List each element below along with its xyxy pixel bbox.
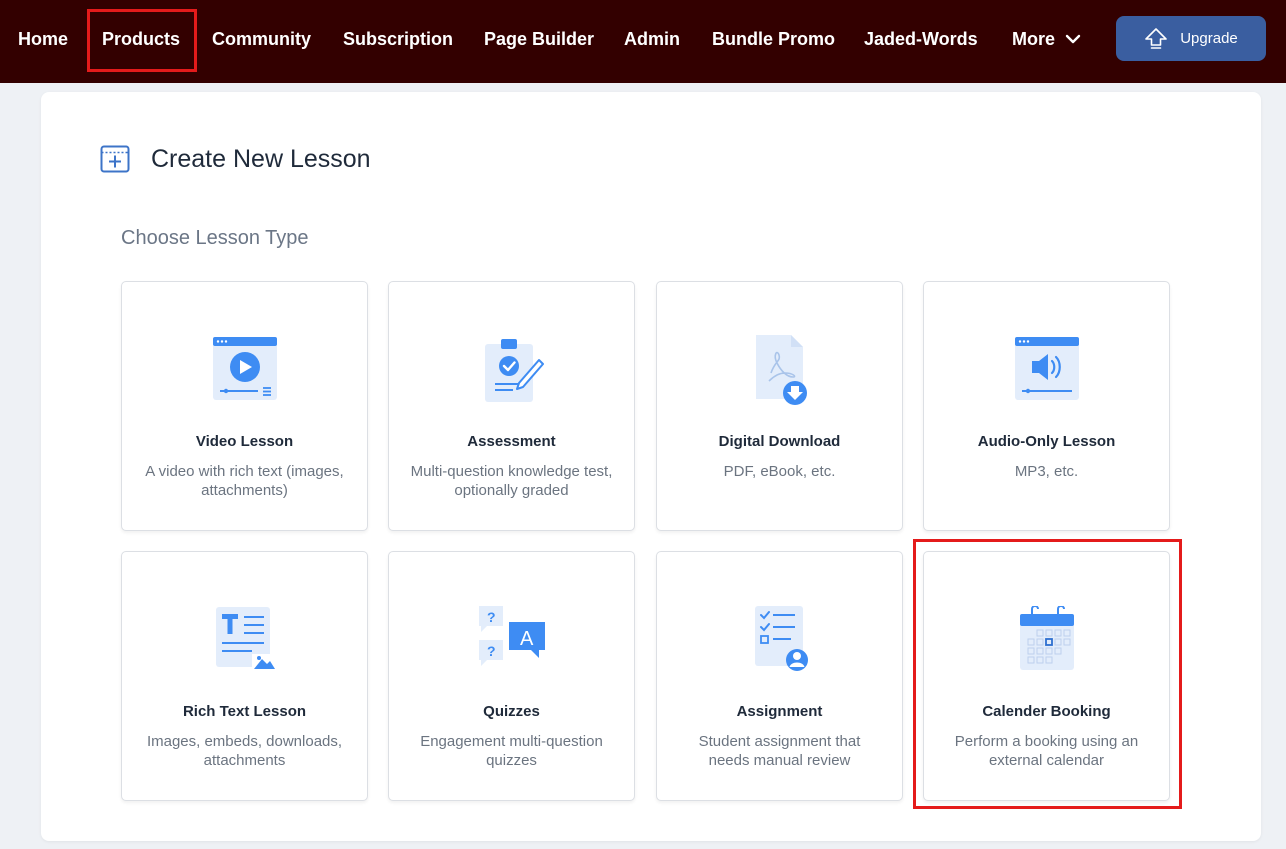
- nav-item-more[interactable]: More: [1012, 0, 1081, 78]
- video-icon: [210, 334, 280, 404]
- assessment-icon: [477, 334, 547, 404]
- nav-item-label: Home: [18, 28, 69, 49]
- lesson-type-description: Images, embeds, downloads, attachments: [146, 733, 343, 769]
- nav-item-admin[interactable]: Admin: [624, 0, 680, 78]
- add-window-icon: [100, 145, 130, 173]
- page-title: Create New Lesson: [151, 144, 371, 173]
- nav-item-bundle-promo[interactable]: Bundle Promo: [712, 0, 835, 78]
- page-header: Create New Lesson: [100, 142, 371, 176]
- lesson-type-description: MP3, etc.: [1014, 463, 1079, 480]
- svg-text:A: A: [520, 628, 534, 650]
- lesson-type-title: Assignment: [736, 703, 823, 720]
- nav-item-label: Page Builder: [484, 28, 595, 49]
- rich-text-icon: [210, 604, 280, 674]
- nav-item-label: Community: [212, 28, 311, 49]
- lesson-type-title: Rich Text Lesson: [182, 703, 307, 720]
- nav-item-subscription[interactable]: Subscription: [343, 0, 453, 78]
- lesson-type-rich-text[interactable]: Rich Text Lesson Images, embeds, downloa…: [121, 551, 368, 801]
- nav-item-products[interactable]: Products: [102, 0, 180, 78]
- lesson-type-description: Engagement multi-question quizzes: [420, 733, 603, 769]
- lesson-type-title: Quizzes: [483, 703, 540, 720]
- chevron-down-icon: [1065, 33, 1081, 45]
- assignment-icon: [745, 604, 815, 674]
- nav-item-label: Jaded-Words: [864, 28, 978, 49]
- lesson-type-title: Digital Download: [718, 433, 841, 450]
- lesson-type-quizzes[interactable]: ? ? A Quizzes Engagement multi-question …: [388, 551, 635, 801]
- nav-item-label: More: [1012, 28, 1056, 49]
- lesson-type-description: Multi-question knowledge test, optionall…: [410, 463, 613, 499]
- upgrade-button[interactable]: Upgrade: [1116, 16, 1266, 61]
- lesson-type-assignment[interactable]: Assignment Student assignment that needs…: [656, 551, 903, 801]
- upgrade-arrow-icon: [1145, 27, 1168, 49]
- lesson-type-video[interactable]: Video Lesson A video with rich text (ima…: [121, 281, 368, 531]
- nav-item-label: Bundle Promo: [712, 28, 836, 49]
- quiz-icon: ? ? A: [477, 604, 547, 674]
- lesson-type-digital-download[interactable]: Digital Download PDF, eBook, etc.: [656, 281, 903, 531]
- nav-item-page-builder[interactable]: Page Builder: [484, 0, 594, 78]
- lesson-type-audio-only[interactable]: Audio-Only Lesson MP3, etc.: [923, 281, 1170, 531]
- lesson-type-calendar-booking[interactable]: Calender Booking Perform a booking using…: [923, 551, 1170, 801]
- lesson-type-title: Calender Booking: [982, 703, 1111, 720]
- nav-item-label: Products: [102, 28, 181, 49]
- lesson-type-description: Student assignment that needs manual rev…: [698, 733, 861, 769]
- lesson-type-description: A video with rich text (images, attachme…: [145, 463, 344, 499]
- top-navigation-bar: Home Products Community Subscription Pag…: [0, 0, 1286, 83]
- nav-item-label: Admin: [624, 28, 680, 49]
- svg-text:?: ?: [487, 609, 496, 625]
- calendar-icon: [1012, 604, 1082, 674]
- lesson-type-description: Perform a booking using an external cale…: [954, 733, 1139, 769]
- svg-text:?: ?: [487, 643, 496, 659]
- lesson-type-title: Audio-Only Lesson: [977, 433, 1116, 450]
- nav-item-jaded-words[interactable]: Jaded-Words: [864, 0, 978, 78]
- upgrade-label: Upgrade: [1180, 30, 1238, 47]
- nav-item-community[interactable]: Community: [212, 0, 311, 78]
- download-icon: [745, 334, 815, 405]
- lesson-type-description: PDF, eBook, etc.: [723, 463, 836, 480]
- lesson-type-assessment[interactable]: Assessment Multi-question knowledge test…: [388, 281, 635, 531]
- choose-lesson-type-label: Choose Lesson Type: [121, 227, 309, 249]
- lesson-type-title: Assessment: [467, 433, 556, 450]
- nav-item-home[interactable]: Home: [18, 0, 68, 78]
- lesson-type-title: Video Lesson: [195, 433, 294, 450]
- nav-item-label: Subscription: [343, 28, 454, 49]
- audio-icon: [1012, 334, 1082, 404]
